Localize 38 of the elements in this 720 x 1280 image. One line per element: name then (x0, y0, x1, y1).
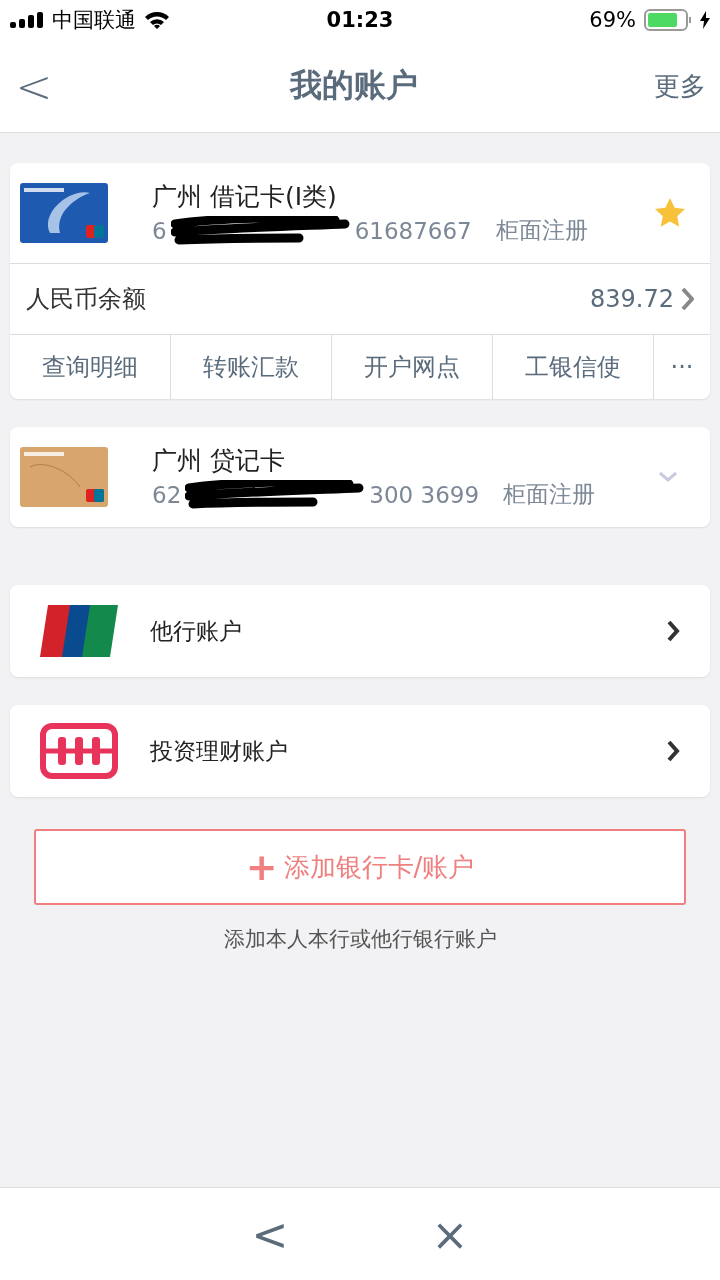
close-button[interactable]: × (425, 1208, 475, 1260)
battery-icon (644, 9, 692, 31)
signal-icon (10, 12, 44, 28)
back-button[interactable]: < (245, 1208, 295, 1260)
battery-percent: 69% (589, 8, 636, 32)
account-link-row[interactable]: 他行账户 (10, 585, 710, 677)
action-tab[interactable]: 查询明细 (10, 335, 171, 399)
chevron-right-icon[interactable] (680, 287, 694, 311)
abacus-icon (40, 723, 118, 779)
action-tab[interactable]: 转账汇款 (171, 335, 332, 399)
unionpay-logo-icon (40, 605, 118, 657)
balance-label: 人民币余额 (26, 284, 146, 315)
clock-time: 01:23 (326, 8, 394, 32)
account-link-row[interactable]: 投资理财账户 (10, 705, 710, 797)
credit-card-icon (20, 447, 108, 507)
balance-amount: 839.72 (590, 285, 674, 313)
action-tab[interactable]: 开户网点 (332, 335, 493, 399)
more-button[interactable]: 更多 (654, 68, 706, 104)
carrier-name: 中国联通 (52, 7, 136, 34)
action-tab[interactable]: ··· (654, 335, 710, 399)
card-number: 6 (152, 217, 167, 244)
card-name: 广州 借记卡(I类) (152, 181, 338, 213)
chevron-right-icon (666, 740, 680, 762)
page-title: 我的账户 (290, 65, 418, 106)
debit-card-icon (20, 183, 108, 243)
registration-note: 柜面注册 (503, 480, 596, 509)
card-number: 61687667 (354, 217, 472, 244)
star-icon[interactable] (654, 198, 686, 228)
card-number: 62 (152, 481, 182, 508)
card-number: 300 3699 (369, 481, 480, 508)
chevron-down-icon[interactable] (658, 471, 678, 483)
registration-note: 柜面注册 (495, 216, 588, 245)
action-tab[interactable]: 工银信使 (493, 335, 654, 399)
hint-text: 添加本人本行或他行银行账户 (223, 926, 497, 953)
back-button[interactable]: < (14, 60, 54, 112)
chevron-right-icon (666, 620, 680, 642)
card-name: 广州 贷记卡 (152, 445, 286, 477)
wifi-icon (144, 11, 170, 29)
